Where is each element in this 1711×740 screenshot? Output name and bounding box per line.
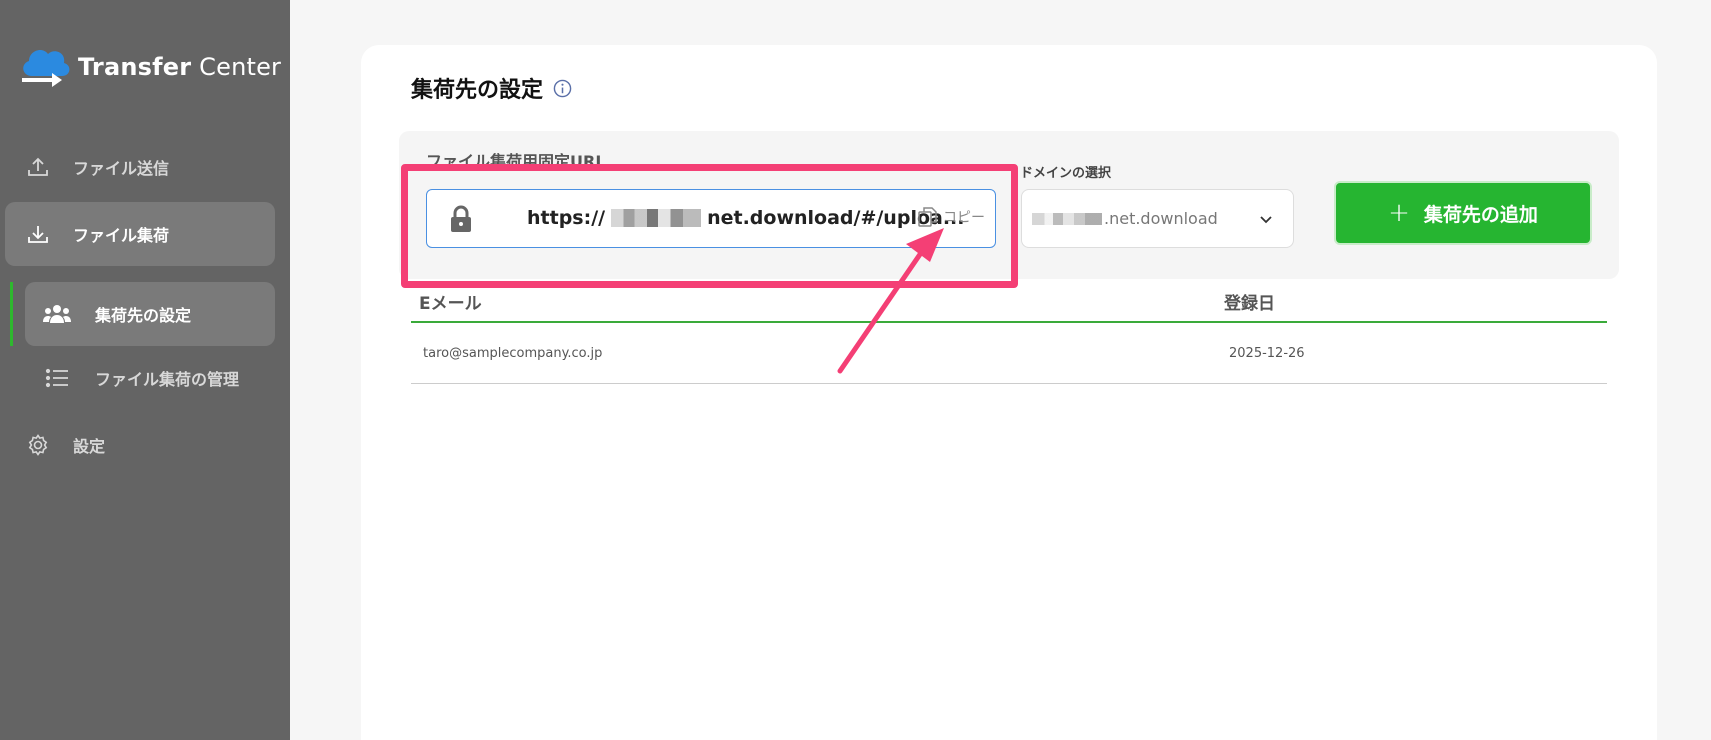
sidebar-item-label: ファイル送信 (73, 159, 170, 178)
app-title: Transfer Center (78, 53, 282, 81)
sidebar-item-collect-management[interactable]: ファイル集荷の管理 (25, 346, 275, 410)
active-indicator (10, 282, 13, 346)
page-title-text: 集荷先の設定 (411, 78, 544, 103)
app-logo[interactable]: Transfer Center (18, 42, 281, 92)
sidebar-item-label: 集荷先の設定 (95, 306, 192, 325)
annotation-highlight-box (401, 164, 1018, 288)
sidebar-item-settings[interactable]: 設定 (5, 413, 275, 477)
sidebar-item-label: ファイル集荷の管理 (95, 370, 240, 389)
domain-select-value: .net.download (1104, 209, 1218, 228)
sidebar-item-label: 設定 (73, 437, 106, 456)
gear-icon (25, 432, 51, 458)
sidebar: Transfer Center ファイル送信 ファイル集荷 集荷先の設定 ファイ… (0, 0, 290, 740)
column-header-date[interactable]: 登録日 (1224, 289, 1275, 314)
redacted-text (1032, 212, 1102, 225)
cloud-transfer-icon (22, 50, 70, 87)
sidebar-item-file-send[interactable]: ファイル送信 (5, 135, 275, 199)
sidebar-item-collect-settings[interactable]: 集荷先の設定 (25, 282, 275, 346)
table-header: Eメール 登録日 (411, 289, 1607, 323)
plus-icon: + (1388, 198, 1410, 228)
column-header-email[interactable]: Eメール (419, 289, 482, 314)
row-email: taro@samplecompany.co.jp (423, 346, 603, 361)
info-icon[interactable] (553, 79, 572, 98)
upload-icon (25, 154, 51, 180)
users-icon (43, 301, 71, 327)
domain-select[interactable]: .net.download (1021, 189, 1294, 248)
add-destination-button[interactable]: + 集荷先の追加 (1334, 181, 1592, 245)
download-icon (25, 221, 51, 247)
sidebar-item-file-collect[interactable]: ファイル集荷 (5, 202, 275, 266)
row-date: 2025-12-26 (1229, 346, 1305, 361)
domain-label: ドメインの選択 (1020, 166, 1112, 181)
page-title: 集荷先の設定 (411, 72, 572, 104)
sidebar-item-label: ファイル集荷 (73, 226, 170, 245)
list-icon (43, 365, 71, 391)
chevron-down-icon (1260, 216, 1272, 224)
add-destination-label: 集荷先の追加 (1423, 203, 1538, 226)
table-row[interactable]: taro@samplecompany.co.jp 2025-12-26 (411, 324, 1607, 384)
